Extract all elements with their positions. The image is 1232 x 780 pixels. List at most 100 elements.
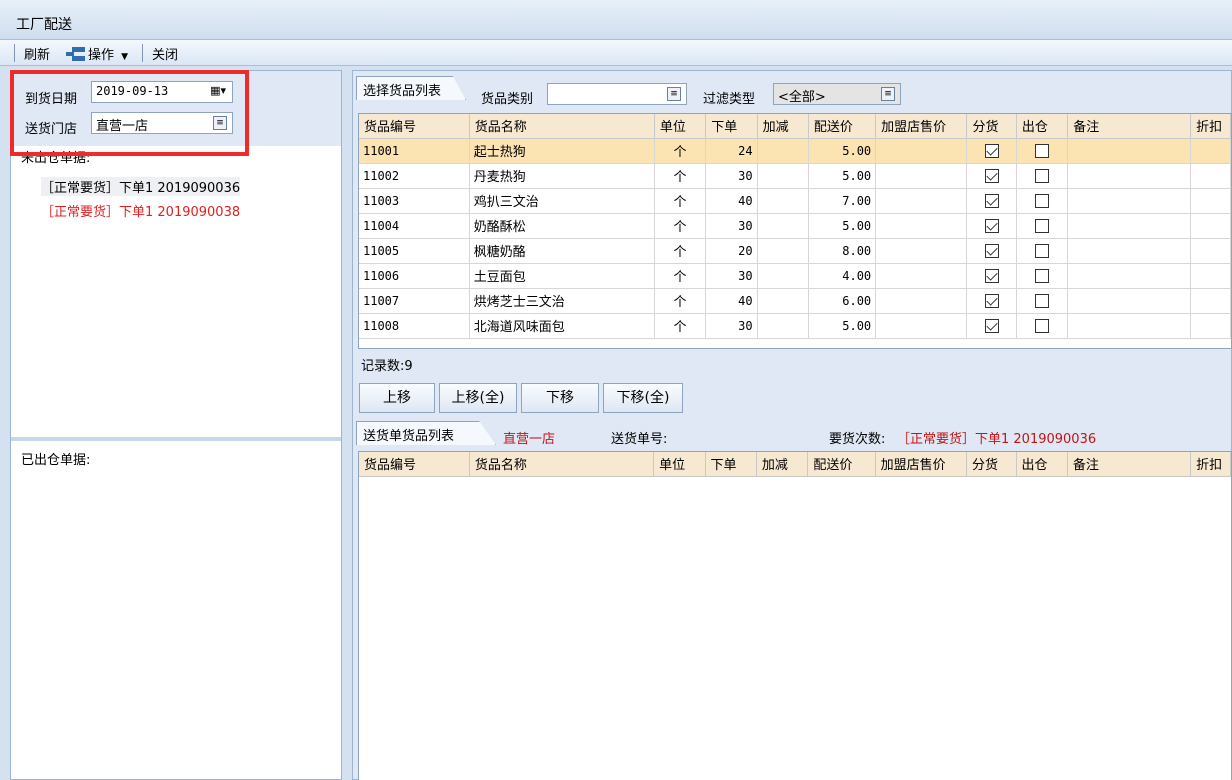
out-checkbox[interactable]	[1035, 168, 1050, 183]
goods-out-cell	[1016, 313, 1069, 339]
column-header[interactable]: 配送价	[808, 114, 877, 139]
out-checkbox[interactable]	[1035, 143, 1050, 158]
table-row[interactable]: 11008 北海道风味面包个 30 5.00	[359, 313, 1231, 339]
column-header[interactable]: 加盟店售价	[875, 114, 968, 139]
goods-name-cell: 鸡扒三文治	[469, 188, 655, 214]
record-count: 记录数:9	[361, 359, 413, 374]
lookup-icon[interactable]: ≡	[667, 87, 681, 101]
goods-franchise-price-cell	[875, 263, 968, 289]
column-header[interactable]: 下单	[705, 452, 757, 477]
column-header[interactable]: 加减	[756, 452, 809, 477]
column-header[interactable]: 货品编号	[359, 452, 470, 477]
split-checkbox[interactable]	[984, 318, 999, 333]
column-header[interactable]: 货品名称	[469, 452, 655, 477]
goods-code-cell: 11002	[359, 163, 470, 189]
refresh-button[interactable]: 刷新	[24, 44, 50, 63]
table-row[interactable]: 11002 丹麦热狗个 30 5.00	[359, 163, 1231, 189]
column-header[interactable]: 配送价	[807, 452, 876, 477]
move-down-button[interactable]: 下移	[521, 383, 599, 413]
column-header[interactable]: 出仓	[1016, 114, 1069, 139]
table-row[interactable]: 11004 奶酪酥松个 30 5.00	[359, 213, 1231, 239]
window-titlebar: 工厂配送	[0, 0, 1232, 40]
out-checkbox[interactable]	[1035, 318, 1050, 333]
table-row[interactable]: 11006 土豆面包个 30 4.00	[359, 263, 1231, 289]
out-checkbox[interactable]	[1035, 193, 1050, 208]
filter-type-field[interactable]: <全部> ≡	[773, 83, 901, 105]
column-header[interactable]: 出仓	[1016, 452, 1068, 477]
close-button[interactable]: 关闭	[152, 44, 178, 63]
goods-name-cell: 枫糖奶酪	[469, 238, 655, 264]
column-header[interactable]: 单位	[653, 452, 706, 477]
split-checkbox[interactable]	[984, 243, 999, 258]
operate-button[interactable]: 操作 ▼	[66, 44, 128, 63]
goods-price-cell: 5.00	[808, 313, 877, 339]
goods-adj-cell	[757, 188, 809, 214]
out-checkbox[interactable]	[1035, 268, 1050, 283]
table-row[interactable]: 11003 鸡扒三文治个 40 7.00	[359, 188, 1231, 214]
goods-unit-cell: 个	[654, 163, 707, 189]
window-title: 工厂配送	[16, 17, 72, 33]
column-header[interactable]: 加减	[757, 114, 809, 139]
column-header[interactable]: 折扣	[1190, 452, 1231, 477]
goods-adj-cell	[757, 263, 809, 289]
split-checkbox[interactable]	[984, 143, 999, 158]
split-checkbox[interactable]	[984, 268, 999, 283]
unshipped-order-item[interactable]: ［正常要货］下单1 2019090038	[41, 201, 240, 220]
move-down-all-button[interactable]: 下移(全)	[603, 383, 683, 413]
goods-out-cell	[1016, 138, 1069, 164]
goods-name-cell: 北海道风味面包	[469, 313, 655, 339]
unshipped-order-item[interactable]: ［正常要货］下单1 2019090036	[41, 177, 241, 196]
delivery-header-row: 货品编号 货品名称 单位 下单 加减 配送价 加盟店售价 分货 出仓 备注 折扣	[359, 452, 1231, 477]
column-header[interactable]: 下单	[705, 114, 758, 139]
goods-adj-cell	[757, 213, 809, 239]
goods-unit-cell: 个	[654, 313, 707, 339]
move-up-button[interactable]: 上移	[359, 383, 435, 413]
chevron-down-icon: ▼	[121, 52, 129, 62]
unshipped-title: 未出仓单据:	[21, 151, 91, 166]
column-header[interactable]: 加盟店售价	[875, 452, 968, 477]
goods-discount-cell	[1190, 288, 1231, 314]
column-header[interactable]: 分货	[966, 114, 1017, 139]
split-checkbox[interactable]	[984, 293, 999, 308]
tab-select-goods[interactable]: 选择货品列表	[356, 76, 466, 100]
arrival-date-field[interactable]: 2019-09-13 ▦▾	[91, 81, 233, 103]
delivery-order-no-label: 送货单号:	[611, 432, 668, 447]
out-checkbox[interactable]	[1035, 293, 1050, 308]
goods-franchise-price-cell	[875, 163, 968, 189]
column-header[interactable]: 货品编号	[359, 114, 470, 139]
split-checkbox[interactable]	[984, 218, 999, 233]
goods-price-cell: 4.00	[808, 263, 877, 289]
table-row[interactable]: 11001 起士热狗个 24 5.00	[359, 138, 1231, 164]
split-checkbox[interactable]	[984, 168, 999, 183]
store-field[interactable]: 直营一店 ≡	[91, 112, 233, 134]
category-field[interactable]: ≡	[547, 83, 687, 105]
goods-adj-cell	[757, 313, 809, 339]
table-row[interactable]: 11007 烘烤芝士三文治个 40 6.00	[359, 288, 1231, 314]
goods-discount-cell	[1190, 238, 1231, 264]
lookup-icon[interactable]: ≡	[213, 116, 227, 130]
column-header[interactable]: 备注	[1067, 452, 1192, 477]
move-up-all-button[interactable]: 上移(全)	[439, 383, 517, 413]
goods-discount-cell	[1190, 263, 1231, 289]
goods-out-cell	[1016, 288, 1069, 314]
out-checkbox[interactable]	[1035, 243, 1050, 258]
column-header[interactable]: 备注	[1067, 114, 1192, 139]
goods-unit-cell: 个	[654, 138, 707, 164]
goods-adj-cell	[757, 163, 809, 189]
tab-delivery-goods[interactable]: 送货单货品列表	[356, 421, 496, 445]
goods-table: 货品编号 货品名称 单位 下单 加减 配送价 加盟店售价 分货 出仓 备注 折扣…	[359, 114, 1231, 339]
column-header[interactable]: 折扣	[1190, 114, 1231, 139]
table-row[interactable]: 11005 枫糖奶酪个 20 8.00	[359, 238, 1231, 264]
split-checkbox[interactable]	[984, 193, 999, 208]
column-header[interactable]: 单位	[654, 114, 707, 139]
goods-price-cell: 7.00	[808, 188, 877, 214]
goods-name-cell: 土豆面包	[469, 263, 655, 289]
goods-discount-cell	[1190, 313, 1231, 339]
lookup-icon[interactable]: ≡	[881, 87, 895, 101]
column-header[interactable]: 分货	[966, 452, 1017, 477]
goods-unit-cell: 个	[654, 263, 707, 289]
out-checkbox[interactable]	[1035, 218, 1050, 233]
column-header[interactable]: 货品名称	[469, 114, 655, 139]
calendar-icon[interactable]: ▦▾	[210, 84, 226, 97]
goods-header-row: 货品编号 货品名称 单位 下单 加减 配送价 加盟店售价 分货 出仓 备注 折扣	[359, 114, 1231, 139]
